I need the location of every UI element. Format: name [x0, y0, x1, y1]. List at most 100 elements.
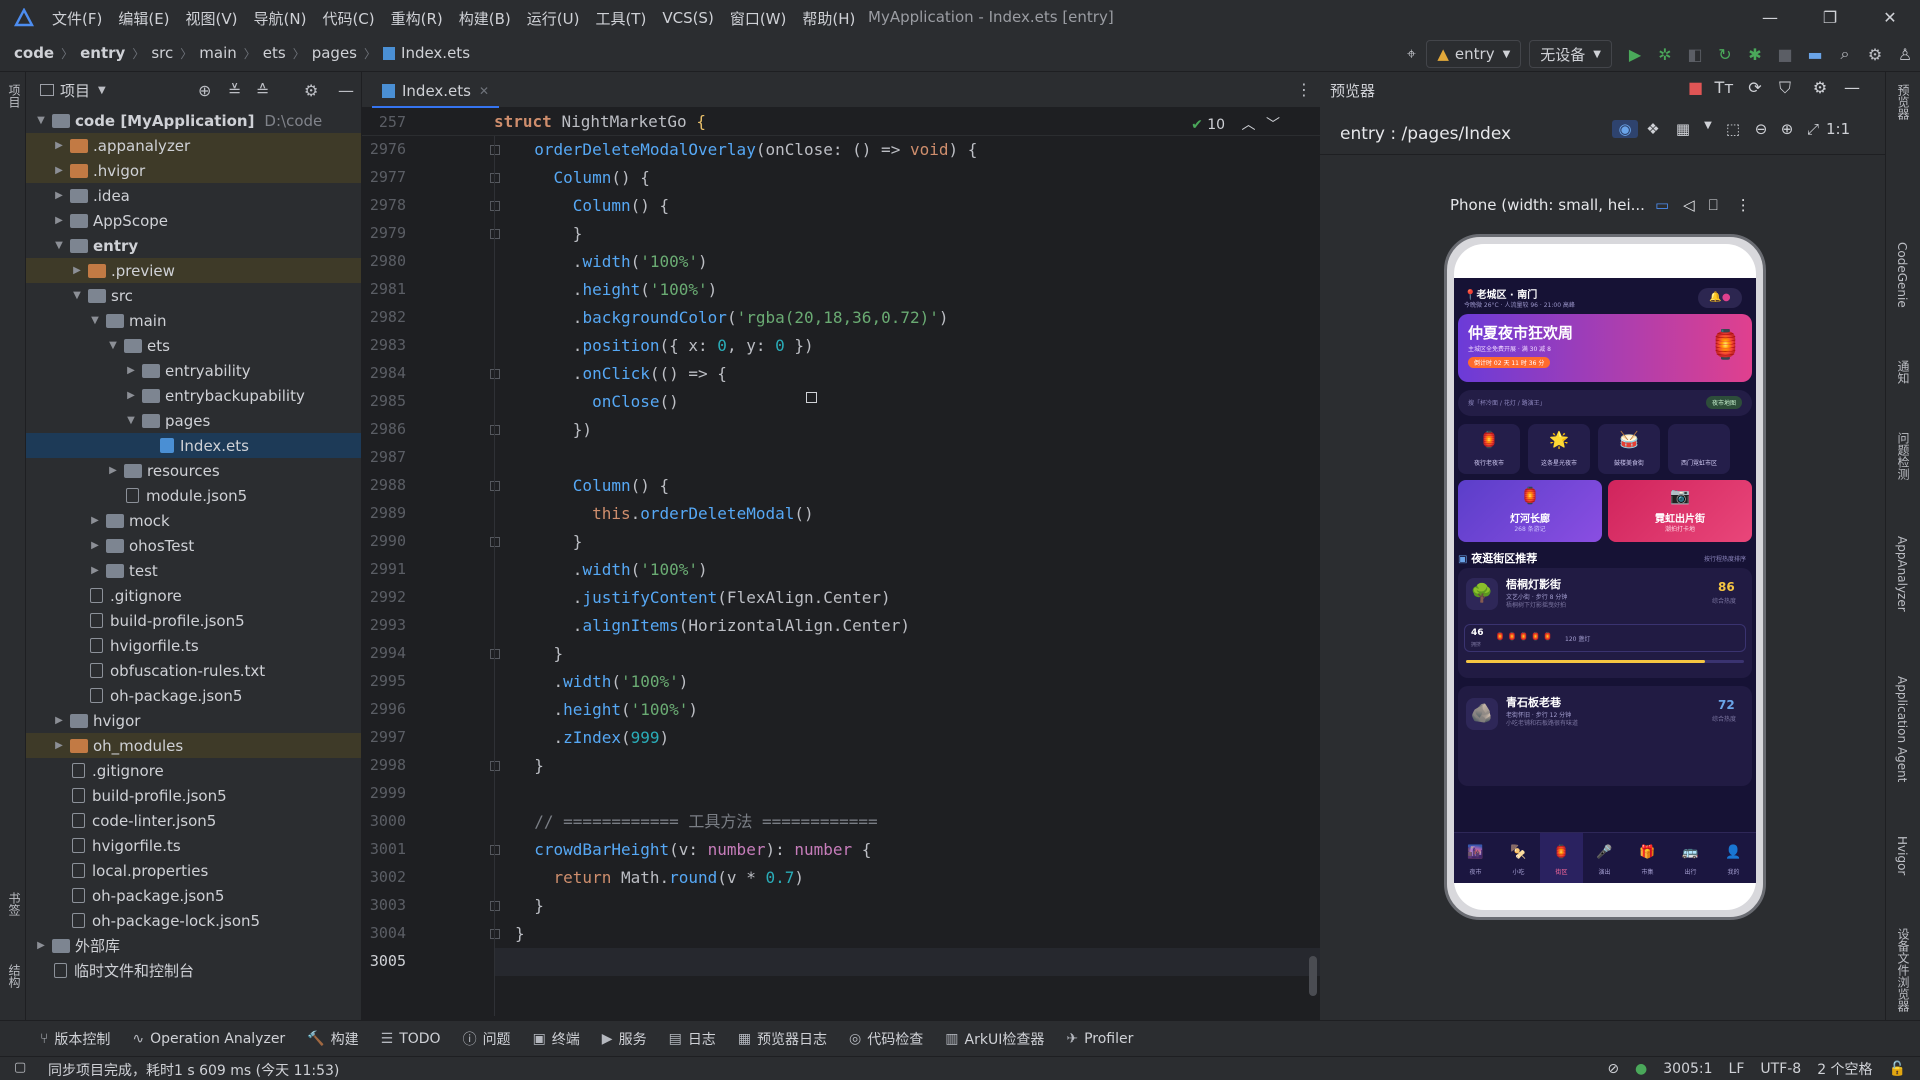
tab-index-ets[interactable]: Index.ets ✕	[372, 76, 500, 108]
run-icon[interactable]: ▶	[1622, 41, 1648, 67]
attach-debugger-icon[interactable]: ◧	[1682, 41, 1708, 67]
expand-all-icon[interactable]: ≚	[228, 81, 241, 100]
profile-icon[interactable]: ✱	[1742, 41, 1768, 67]
bottom-tool-button[interactable]: ▥ ArkUI检查器	[945, 1029, 1044, 1049]
breadcrumb-item[interactable]: main	[199, 44, 236, 62]
category-tile[interactable]: 🏮 夜行老夜市	[1458, 424, 1520, 474]
hide-panel-icon[interactable]: —	[338, 81, 354, 100]
tree-item[interactable]: code-linter.json5	[26, 808, 361, 833]
settings-gear-icon[interactable]: ⚙	[1862, 41, 1888, 67]
chevron-down-icon[interactable]: ▼	[1698, 120, 1718, 138]
menu-item[interactable]: 工具(T)	[595, 8, 646, 29]
chevron-right-icon[interactable]: ▶	[52, 740, 66, 751]
locate-icon[interactable]: ⌖	[1398, 41, 1424, 67]
breadcrumb-item[interactable]: entry	[80, 44, 125, 62]
tree-item[interactable]: ▶ AppScope	[26, 208, 361, 233]
category-tile[interactable]: 🥁 鼓楼美食街	[1598, 424, 1660, 474]
vertical-scrollbar[interactable]	[1309, 956, 1317, 996]
menu-item[interactable]: 视图(V)	[186, 8, 238, 29]
tree-item[interactable]: oh-package.json5	[26, 683, 361, 708]
right-tool-button[interactable]: Hvigor	[1895, 836, 1909, 875]
previewer-settings-icon[interactable]: ⚙	[1800, 78, 1840, 98]
chevron-right-icon[interactable]: ▶	[52, 190, 66, 201]
tree-item[interactable]: ▶ oh_modules	[26, 733, 361, 758]
menu-item[interactable]: 窗口(W)	[730, 8, 787, 29]
device-toggle-icon[interactable]: ▭	[1655, 196, 1669, 214]
tree-item[interactable]: .gitignore	[26, 583, 361, 608]
chevron-right-icon[interactable]: ▶	[88, 540, 102, 551]
right-tool-button[interactable]: CodeGenie	[1895, 242, 1909, 308]
bottom-tool-button[interactable]: ▦ 预览器日志	[738, 1029, 827, 1049]
zoom-fit-icon[interactable]: ⤢	[1800, 120, 1826, 138]
right-tool-button[interactable]: 问题检测	[1895, 432, 1912, 480]
search-icon[interactable]: ⌕	[1832, 41, 1858, 67]
tree-item[interactable]: ▶ entrybackupability	[26, 383, 361, 408]
app-tab[interactable]: 🌆 夜市	[1454, 833, 1497, 883]
tree-item[interactable]: hvigorfile.ts	[26, 633, 361, 658]
actual-size-icon[interactable]: 1:1	[1826, 120, 1850, 138]
chevron-down-icon[interactable]: ▼	[106, 340, 120, 351]
tree-item[interactable]: ▼ pages	[26, 408, 361, 433]
layers-icon[interactable]: ❖	[1638, 120, 1668, 138]
tree-item[interactable]: hvigorfile.ts	[26, 833, 361, 858]
minimize-button[interactable]: —	[1758, 6, 1782, 30]
bottom-tool-button[interactable]: 🔨 构建	[307, 1029, 358, 1049]
bottom-tool-button[interactable]: ▶ 服务	[602, 1029, 647, 1049]
tree-item[interactable]: ▶ 外部库	[26, 933, 361, 958]
menu-item[interactable]: 代码(C)	[322, 8, 374, 29]
device-manager-icon[interactable]: ▬	[1802, 41, 1828, 67]
breadcrumb-item[interactable]: code	[14, 44, 54, 62]
grid-icon[interactable]: ▦	[1668, 120, 1698, 138]
chevron-down-icon[interactable]: ▼	[98, 85, 106, 96]
tree-item[interactable]: build-profile.json5	[26, 608, 361, 633]
breadcrumb-item[interactable]: src	[151, 44, 173, 62]
chevron-right-icon[interactable]: ▶	[70, 265, 84, 276]
search-bar[interactable]: 搜「杯冷面 / 花灯 / 路演王」 夜市地图	[1458, 390, 1752, 416]
line-separator[interactable]: LF	[1729, 1061, 1745, 1077]
right-tool-button[interactable]: Application Agent	[1895, 676, 1909, 782]
tree-item[interactable]: ▼ entry	[26, 233, 361, 258]
project-tool-button[interactable]: 项目	[6, 84, 23, 108]
app-tab[interactable]: 🎤 演出	[1583, 833, 1626, 883]
tree-item[interactable]: module.json5	[26, 483, 361, 508]
spot-card-wutong[interactable]: 🌳 梧桐灯影街 文艺小街 · 步行 8 分钟 梧桐树下灯影摇曳好拍 86 综合热…	[1458, 568, 1752, 678]
chevron-right-icon[interactable]: ▶	[124, 390, 138, 401]
chevron-down-icon[interactable]: ▼	[88, 315, 102, 326]
tree-item[interactable]: .gitignore	[26, 758, 361, 783]
bottom-tool-button[interactable]: ▣ 终端	[533, 1029, 580, 1049]
tree-item[interactable]: ▶ hvigor	[26, 708, 361, 733]
menu-item[interactable]: 编辑(E)	[118, 8, 169, 29]
more-icon[interactable]: ⋮	[1736, 196, 1751, 214]
tree-item[interactable]: ▼ code [MyApplication] D:\code	[26, 108, 361, 133]
bookmarks-tool-button[interactable]: 书签	[6, 892, 23, 916]
tree-item[interactable]: oh-package-lock.json5	[26, 908, 361, 933]
inspector-icon[interactable]: ⛉	[1770, 78, 1800, 98]
tree-item[interactable]: ▶ mock	[26, 508, 361, 533]
chevron-down-icon[interactable]: ▼	[70, 290, 84, 301]
search-input[interactable]: 搜「杯冷面 / 花灯 / 路演王」	[1468, 398, 1546, 407]
bottom-tool-button[interactable]: ▤ 日志	[669, 1029, 716, 1049]
font-size-icon[interactable]: Tт	[1708, 78, 1740, 98]
chevron-down-icon[interactable]: ▼	[34, 115, 48, 126]
tree-item[interactable]: ▼ src	[26, 283, 361, 308]
layout-toggle-icon[interactable]: ▢	[14, 1060, 26, 1075]
tree-item[interactable]: ▼ main	[26, 308, 361, 333]
section-more-link[interactable]: 按行程热度排序	[1704, 554, 1746, 563]
menu-item[interactable]: 帮助(H)	[802, 8, 855, 29]
menu-item[interactable]: 文件(F)	[52, 8, 102, 29]
collapse-all-icon[interactable]: ≙	[256, 81, 269, 100]
tree-item[interactable]: 临时文件和控制台	[26, 958, 361, 983]
fit-frame-icon[interactable]: ⬚	[1718, 120, 1748, 138]
maximize-button[interactable]: ❐	[1818, 6, 1842, 30]
breadcrumb-item[interactable]: ets	[263, 44, 286, 62]
menu-item[interactable]: 重构(R)	[391, 8, 443, 29]
tree-item[interactable]: ▶ .appanalyzer	[26, 133, 361, 158]
tree-item[interactable]: Index.ets	[26, 433, 361, 458]
debug-icon[interactable]: ✲	[1652, 41, 1678, 67]
app-tab[interactable]: 🏮 街区	[1540, 833, 1583, 883]
bottom-tool-button[interactable]: ⓘ 问题	[463, 1029, 511, 1049]
zoom-out-icon[interactable]: ⊖	[1748, 120, 1774, 138]
chevron-right-icon[interactable]: ▶	[34, 940, 48, 951]
indent-setting[interactable]: 2 个空格	[1817, 1059, 1872, 1079]
tree-item[interactable]: build-profile.json5	[26, 783, 361, 808]
